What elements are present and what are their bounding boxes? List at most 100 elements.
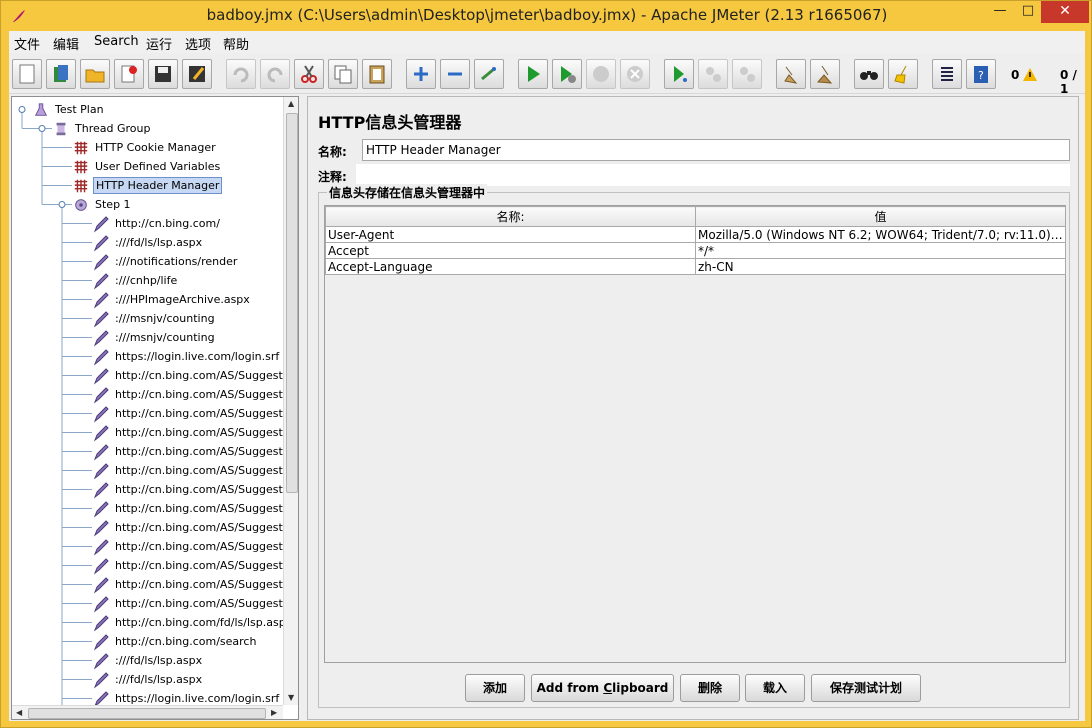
tree-expander-icon[interactable] xyxy=(38,125,46,132)
tree-node[interactable]: http://cn.bing.com/ xyxy=(92,214,222,233)
menu-file[interactable]: 文件 xyxy=(14,34,40,53)
tree-node-label[interactable]: :///cnhp/life xyxy=(113,273,179,288)
scroll-left-icon[interactable]: ◀ xyxy=(16,708,22,717)
tree-node[interactable]: http://cn.bing.com/AS/Suggestions xyxy=(92,366,298,385)
test-plan-tree[interactable]: Test Plan Thread Group HTTP Cookie Manager… xyxy=(11,96,299,720)
header-value-cell[interactable]: zh-CN xyxy=(695,258,1066,275)
title-bar[interactable]: badboy.jmx (C:\Users\admin\Desktop\jmete… xyxy=(1,1,1092,31)
search-button[interactable] xyxy=(854,59,884,89)
tree-node-label[interactable]: http://cn.bing.com/AS/Suggestions xyxy=(113,520,298,535)
reset-search-button[interactable] xyxy=(888,59,918,89)
scroll-up-icon[interactable]: ▲ xyxy=(288,99,294,108)
tree-node[interactable]: http://cn.bing.com/AS/Suggestions xyxy=(92,594,298,613)
table-row[interactable]: Accept-Language zh-CN xyxy=(325,258,1066,275)
tree-node-label[interactable]: :///fd/ls/lsp.aspx xyxy=(113,653,204,668)
tree-node[interactable]: http://cn.bing.com/search xyxy=(92,632,258,651)
tree-node-label[interactable]: http://cn.bing.com/AS/Suggestions xyxy=(113,558,298,573)
headers-table-area[interactable]: 名称: 值 User-Agent Mozilla/5.0 (Windows NT… xyxy=(324,205,1066,663)
tree-vertical-scrollbar[interactable]: ▲ ▼ xyxy=(283,97,298,705)
tree-node-label[interactable]: :///notifications/render xyxy=(113,254,239,269)
save-test-plan-button[interactable]: 保存测试计划 xyxy=(811,674,921,702)
header-name-cell[interactable]: Accept xyxy=(325,242,696,259)
new-button[interactable] xyxy=(12,59,42,89)
tree-node[interactable]: http://cn.bing.com/fd/ls/lsp.aspx xyxy=(92,613,294,632)
tree-node-label[interactable]: User Defined Variables xyxy=(93,159,222,174)
tree-node-label[interactable]: http://cn.bing.com/AS/Suggestions xyxy=(113,577,298,592)
clear-button[interactable] xyxy=(776,59,806,89)
close-window-button[interactable]: ✕ xyxy=(1041,1,1089,23)
save-button[interactable] xyxy=(148,59,178,89)
table-row[interactable]: User-Agent Mozilla/5.0 (Windows NT 6.2; … xyxy=(325,226,1066,243)
clear-all-button[interactable] xyxy=(810,59,840,89)
tree-node[interactable]: http://cn.bing.com/AS/Suggestions xyxy=(92,423,298,442)
close-file-button[interactable] xyxy=(114,59,144,89)
menu-help[interactable]: 帮助 xyxy=(223,34,249,53)
expand-all-button[interactable] xyxy=(406,59,436,89)
tree-expander-icon[interactable] xyxy=(18,106,26,113)
tree-node-label[interactable]: HTTP Header Manager xyxy=(93,177,223,194)
tree-node-label[interactable]: https://login.live.com/login.srf xyxy=(113,691,281,706)
header-name-cell[interactable]: User-Agent xyxy=(325,226,696,243)
menu-search[interactable]: Search xyxy=(94,34,139,49)
tree-node-label[interactable]: Step 1 xyxy=(93,197,133,212)
tree-node-label[interactable]: http://cn.bing.com/search xyxy=(113,634,258,649)
tree-node[interactable]: http://cn.bing.com/AS/Suggestions xyxy=(92,461,298,480)
function-helper-button[interactable] xyxy=(932,59,962,89)
tree-node[interactable]: http://cn.bing.com/AS/Suggestions xyxy=(92,404,298,423)
open-button[interactable] xyxy=(80,59,110,89)
tree-node[interactable]: http://cn.bing.com/AS/Suggestions xyxy=(92,556,298,575)
tree-node[interactable]: http://cn.bing.com/AS/Suggestions xyxy=(92,442,298,461)
tree-node-label[interactable]: :///fd/ls/lsp.aspx xyxy=(113,672,204,687)
tree-node[interactable]: HTTP Header Manager xyxy=(72,176,223,195)
tree-node-label[interactable]: http://cn.bing.com/AS/Suggestions xyxy=(113,406,298,421)
tree-node[interactable]: Step 1 xyxy=(72,195,133,214)
help-button[interactable]: ? xyxy=(966,59,996,89)
column-header-name[interactable]: 名称: xyxy=(325,206,696,227)
tree-node[interactable]: HTTP Cookie Manager xyxy=(72,138,218,157)
tree-node[interactable]: http://cn.bing.com/AS/Suggestions xyxy=(92,499,298,518)
tree-node-label[interactable]: http://cn.bing.com/AS/Suggestions xyxy=(113,463,298,478)
tree-node[interactable]: Thread Group xyxy=(52,119,152,138)
tree-node[interactable]: :///HPImageArchive.aspx xyxy=(92,290,252,309)
header-value-cell[interactable]: */* xyxy=(695,242,1066,259)
stop-button[interactable] xyxy=(586,59,616,89)
collapse-all-button[interactable] xyxy=(440,59,470,89)
tree-node[interactable]: :///msnjv/counting xyxy=(92,328,217,347)
redo-button[interactable] xyxy=(260,59,290,89)
delete-button[interactable]: 删除 xyxy=(680,674,740,702)
cut-button[interactable] xyxy=(294,59,324,89)
table-row[interactable]: Accept */* xyxy=(325,242,1066,259)
paste-button[interactable] xyxy=(362,59,392,89)
scroll-down-icon[interactable]: ▼ xyxy=(288,693,294,702)
tree-node-label[interactable]: http://cn.bing.com/AS/Suggestions xyxy=(113,501,298,516)
column-header-value[interactable]: 值 xyxy=(695,206,1066,227)
minimize-button[interactable]: — xyxy=(987,1,1013,23)
tree-node-label[interactable]: Thread Group xyxy=(73,121,152,136)
tree-node[interactable]: Test Plan xyxy=(32,100,106,119)
remote-start-button[interactable] xyxy=(664,59,694,89)
start-button[interactable] xyxy=(518,59,548,89)
headers-table[interactable]: 名称: 值 User-Agent Mozilla/5.0 (Windows NT… xyxy=(325,206,1066,275)
tree-node-label[interactable]: :///fd/ls/lsp.aspx xyxy=(113,235,204,250)
menu-options[interactable]: 选项 xyxy=(185,34,211,53)
tree-node[interactable]: :///fd/ls/lsp.aspx xyxy=(92,233,204,252)
name-field[interactable]: HTTP Header Manager xyxy=(362,139,1070,161)
templates-button[interactable] xyxy=(46,59,76,89)
tree-node-label[interactable]: https://login.live.com/login.srf xyxy=(113,349,281,364)
start-no-pauses-button[interactable] xyxy=(552,59,582,89)
add-from-clipboard-button[interactable]: Add from Clipboard xyxy=(531,674,674,702)
tree-node-label[interactable]: http://cn.bing.com/AS/Suggestions xyxy=(113,444,298,459)
remote-shutdown-button[interactable] xyxy=(732,59,762,89)
tree-node[interactable]: http://cn.bing.com/AS/Suggestions xyxy=(92,518,298,537)
tree-node-label[interactable]: HTTP Cookie Manager xyxy=(93,140,218,155)
tree-vertical-scroll-thumb[interactable] xyxy=(286,113,298,493)
tree-expander-icon[interactable] xyxy=(58,201,66,208)
remote-stop-button[interactable] xyxy=(698,59,728,89)
tree-node[interactable]: http://cn.bing.com/AS/Suggestions xyxy=(92,480,298,499)
add-button[interactable]: 添加 xyxy=(465,674,525,702)
tree-node-label[interactable]: http://cn.bing.com/AS/Suggestions xyxy=(113,596,298,611)
header-name-cell[interactable]: Accept-Language xyxy=(325,258,696,275)
tree-node-label[interactable]: :///HPImageArchive.aspx xyxy=(113,292,252,307)
comment-field[interactable] xyxy=(356,164,1070,186)
header-value-cell[interactable]: Mozilla/5.0 (Windows NT 6.2; WOW64; Trid… xyxy=(695,226,1066,243)
